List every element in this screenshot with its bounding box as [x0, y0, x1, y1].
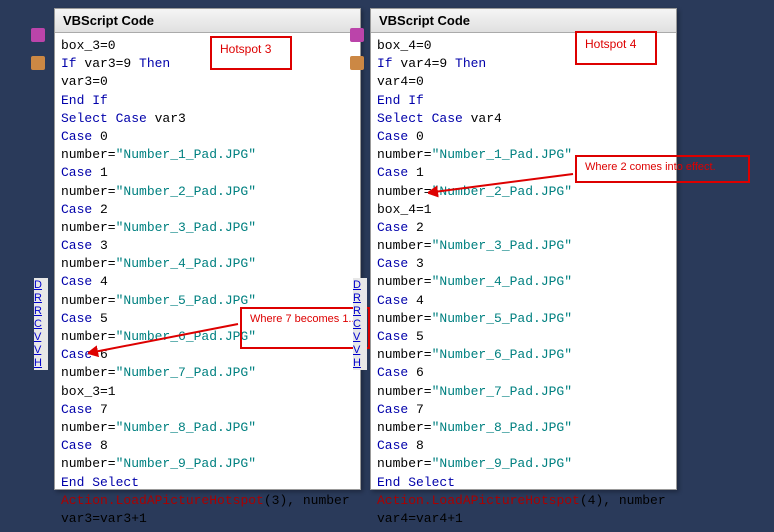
side-link[interactable]: R [34, 305, 48, 317]
side-link[interactable]: D [353, 279, 367, 291]
code-line: number="Number_7_Pad.JPG" [377, 383, 670, 401]
code-line: number="Number_3_Pad.JPG" [377, 237, 670, 255]
code-panel-left: VBScript Code box_3=0If var3=9 Thenvar3=… [54, 8, 361, 490]
code-line: Case 3 [61, 237, 354, 255]
code-line: Case 8 [377, 437, 670, 455]
code-line: number="Number_6_Pad.JPG" [377, 346, 670, 364]
callout-hotspot3: Hotspot 3 [210, 36, 292, 70]
code-line: Select Case var3 [61, 110, 354, 128]
side-link[interactable]: D [34, 279, 48, 291]
code-line: Case 3 [377, 255, 670, 273]
code-line: Action.LoadAPictureHotspot(4), number [377, 492, 670, 510]
code-line: If var3=9 Then [61, 55, 354, 73]
code-line: number="Number_3_Pad.JPG" [61, 219, 354, 237]
code-line: Case 7 [377, 401, 670, 419]
callout-where2: Where 2 comes into effect. [575, 155, 750, 183]
side-link[interactable]: C [34, 318, 48, 330]
code-line: number="Number_4_Pad.JPG" [377, 273, 670, 291]
side-links-right: DRRCVVH [353, 278, 367, 370]
side-link[interactable]: V [34, 344, 48, 356]
code-line: box_3=1 [61, 383, 354, 401]
code-line: Case 8 [61, 437, 354, 455]
code-line: Case 2 [61, 201, 354, 219]
side-link[interactable]: R [353, 292, 367, 304]
code-line: var4=0 [377, 73, 670, 91]
code-line: Select Case var4 [377, 110, 670, 128]
panel-title: VBScript Code [55, 9, 360, 33]
side-link[interactable]: R [353, 305, 367, 317]
code-line: Action.LoadAPictureHotspot(3), number [61, 492, 354, 510]
callout-hotspot4: Hotspot 4 [575, 31, 657, 65]
code-line: Case 6 [377, 364, 670, 382]
code-line: number="Number_9_Pad.JPG" [377, 455, 670, 473]
code-line: number="Number_5_Pad.JPG" [377, 310, 670, 328]
side-link[interactable]: V [353, 331, 367, 343]
nav-icon-fwd-r[interactable] [350, 56, 370, 84]
code-line: number="Number_9_Pad.JPG" [61, 455, 354, 473]
code-line: End Select [377, 474, 670, 492]
code-line: var3=0 [61, 73, 354, 91]
code-line: Case 0 [377, 128, 670, 146]
code-line: number="Number_1_Pad.JPG" [61, 146, 354, 164]
code-line: number="Number_2_Pad.JPG" [61, 183, 354, 201]
code-line: var3=var3+1 [61, 510, 354, 528]
code-line: Case 4 [377, 292, 670, 310]
code-line: number="Number_8_Pad.JPG" [61, 419, 354, 437]
side-link[interactable]: H [34, 357, 48, 369]
side-link[interactable]: V [353, 344, 367, 356]
side-link[interactable]: H [353, 357, 367, 369]
nav-icon-back-r[interactable] [350, 28, 370, 56]
code-line: box_3=0 [61, 37, 354, 55]
code-line: Case 4 [61, 273, 354, 291]
code-line: Case 1 [61, 164, 354, 182]
side-links-left: DRRCVVH [34, 278, 48, 370]
callout-where7: Where 7 becomes 1.. [240, 307, 370, 349]
code-body-right[interactable]: box_4=0If var4=9 Thenvar4=0End IfSelect … [371, 33, 676, 532]
code-body-left[interactable]: box_3=0If var3=9 Thenvar3=0End IfSelect … [55, 33, 360, 532]
code-line: Case 7 [61, 401, 354, 419]
code-line: End If [377, 92, 670, 110]
code-line: number="Number_8_Pad.JPG" [377, 419, 670, 437]
code-panel-right: VBScript Code box_4=0If var4=9 Thenvar4=… [370, 8, 677, 490]
code-line: Case 2 [377, 219, 670, 237]
code-line: number="Number_7_Pad.JPG" [61, 364, 354, 382]
code-line: var4=var4+1 [377, 510, 670, 528]
side-link[interactable]: C [353, 318, 367, 330]
code-line: End Select [61, 474, 354, 492]
code-line: number="Number_4_Pad.JPG" [61, 255, 354, 273]
code-line: number="Number_2_Pad.JPG" [377, 183, 670, 201]
side-link[interactable]: V [34, 331, 48, 343]
code-line: Case 5 [377, 328, 670, 346]
panel-title: VBScript Code [371, 9, 676, 33]
nav-icon-back[interactable] [31, 28, 51, 56]
code-line: End If [61, 92, 354, 110]
nav-icon-fwd[interactable] [31, 56, 51, 84]
side-link[interactable]: R [34, 292, 48, 304]
code-line: Case 0 [61, 128, 354, 146]
code-line: box_4=1 [377, 201, 670, 219]
